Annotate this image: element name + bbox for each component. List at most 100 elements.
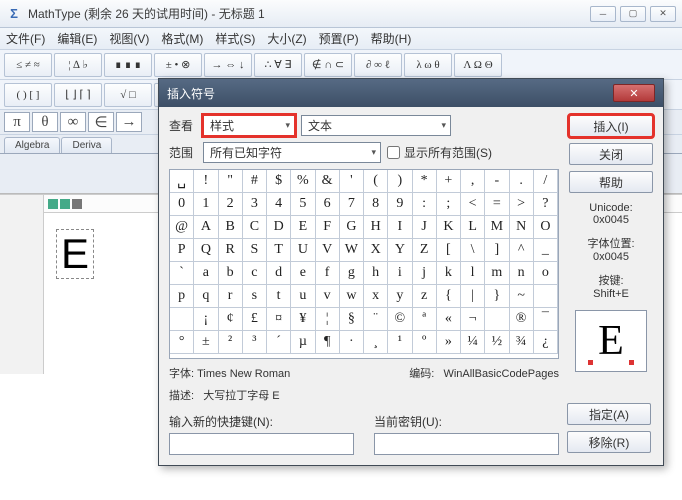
char-cell[interactable]: j: [413, 262, 437, 285]
char-cell[interactable]: ): [388, 170, 412, 193]
char-cell[interactable]: @: [170, 216, 194, 239]
char-cell[interactable]: ~: [510, 285, 534, 308]
char-cell[interactable]: ª: [413, 308, 437, 331]
char-cell[interactable]: d: [267, 262, 291, 285]
char-cell[interactable]: W: [340, 239, 364, 262]
char-cell[interactable]: ¬: [461, 308, 485, 331]
char-cell[interactable]: 8: [364, 193, 388, 216]
char-cell[interactable]: *: [413, 170, 437, 193]
char-cell[interactable]: a: [194, 262, 218, 285]
char-cell[interactable]: m: [485, 262, 509, 285]
show-all-checkbox[interactable]: 显示所有范围(S): [387, 144, 492, 161]
char-cell[interactable]: ¨: [364, 308, 388, 331]
char-cell[interactable]: »: [437, 331, 461, 354]
char-cell[interactable]: i: [388, 262, 412, 285]
maximize-button[interactable]: ▢: [620, 6, 646, 22]
toolbar-button[interactable]: ( ) [ ]: [4, 83, 52, 107]
char-cell[interactable]: ?: [534, 193, 558, 216]
char-cell[interactable]: F: [316, 216, 340, 239]
char-cell[interactable]: D: [267, 216, 291, 239]
char-cell[interactable]: g: [340, 262, 364, 285]
char-cell[interactable]: -: [485, 170, 509, 193]
help-button[interactable]: 帮助: [569, 171, 653, 193]
char-cell[interactable]: º: [413, 331, 437, 354]
menu-item[interactable]: 大小(Z): [267, 30, 306, 47]
char-cell[interactable]: ¤: [267, 308, 291, 331]
char-cell[interactable]: l: [461, 262, 485, 285]
char-cell[interactable]: P: [170, 239, 194, 262]
char-cell[interactable]: A: [194, 216, 218, 239]
menu-item[interactable]: 帮助(H): [371, 30, 412, 47]
toolbar-button[interactable]: ⌊ ⌋ ⌈ ⌉: [54, 83, 102, 107]
equation-content[interactable]: E: [56, 229, 94, 279]
char-cell[interactable]: L: [461, 216, 485, 239]
char-cell[interactable]: t: [267, 285, 291, 308]
char-cell[interactable]: X: [364, 239, 388, 262]
char-cell[interactable]: 0: [170, 193, 194, 216]
char-cell[interactable]: s: [243, 285, 267, 308]
char-cell[interactable]: ¿: [534, 331, 558, 354]
char-cell[interactable]: }: [485, 285, 509, 308]
char-cell[interactable]: /: [534, 170, 558, 193]
palette-symbol[interactable]: ∈: [88, 112, 114, 132]
char-cell[interactable]: 1: [194, 193, 218, 216]
toolbar-button[interactable]: Λ Ω Θ: [454, 53, 502, 77]
dialog-close-button[interactable]: ✕: [613, 84, 655, 102]
char-cell[interactable]: O: [534, 216, 558, 239]
char-cell[interactable]: S: [243, 239, 267, 262]
char-cell[interactable]: ²: [219, 331, 243, 354]
char-cell[interactable]: ;: [437, 193, 461, 216]
char-cell[interactable]: 2: [219, 193, 243, 216]
palette-tab[interactable]: Algebra: [4, 137, 60, 153]
toolbar-button[interactable]: ± • ⊗: [154, 53, 202, 77]
char-cell[interactable]: §: [340, 308, 364, 331]
char-cell[interactable]: I: [388, 216, 412, 239]
minimize-button[interactable]: ─: [590, 6, 616, 22]
char-cell[interactable]: 7: [340, 193, 364, 216]
char-cell[interactable]: ": [219, 170, 243, 193]
char-cell[interactable]: u: [291, 285, 315, 308]
char-cell[interactable]: N: [510, 216, 534, 239]
char-cell[interactable]: ¡: [194, 308, 218, 331]
char-cell[interactable]: {: [437, 285, 461, 308]
char-cell[interactable]: °: [170, 331, 194, 354]
char-cell[interactable]: f: [316, 262, 340, 285]
char-cell[interactable]: [: [437, 239, 461, 262]
char-cell[interactable]: !: [194, 170, 218, 193]
char-cell[interactable]: «: [437, 308, 461, 331]
char-cell[interactable]: c: [243, 262, 267, 285]
char-cell[interactable]: ³: [243, 331, 267, 354]
toolbar-button[interactable]: ∎ ∎ ∎: [104, 53, 152, 77]
insert-button[interactable]: 插入(I): [569, 115, 653, 137]
menu-item[interactable]: 视图(V): [109, 30, 149, 47]
char-cell[interactable]: ': [340, 170, 364, 193]
toolbar-button[interactable]: ∂ ∞ ℓ: [354, 53, 402, 77]
char-cell[interactable]: #: [243, 170, 267, 193]
char-cell[interactable]: [170, 308, 194, 331]
char-cell[interactable]: o: [534, 262, 558, 285]
char-cell[interactable]: r: [219, 285, 243, 308]
char-cell[interactable]: e: [291, 262, 315, 285]
palette-tab[interactable]: Deriva: [61, 137, 112, 153]
char-cell[interactable]: [534, 285, 558, 308]
char-cell[interactable]: Z: [413, 239, 437, 262]
char-cell[interactable]: 9: [388, 193, 412, 216]
char-cell[interactable]: x: [364, 285, 388, 308]
palette-symbol[interactable]: →: [116, 112, 142, 132]
char-cell[interactable]: =: [485, 193, 509, 216]
toolbar-button[interactable]: ≤ ≠ ≈: [4, 53, 52, 77]
char-cell[interactable]: \: [461, 239, 485, 262]
char-cell[interactable]: ¶: [316, 331, 340, 354]
char-cell[interactable]: ,: [461, 170, 485, 193]
char-cell[interactable]: k: [437, 262, 461, 285]
char-cell[interactable]: ·: [340, 331, 364, 354]
close-button[interactable]: ✕: [650, 6, 676, 22]
char-cell[interactable]: 5: [291, 193, 315, 216]
char-cell[interactable]: |: [461, 285, 485, 308]
toolbar-button[interactable]: √ □: [104, 83, 152, 107]
char-cell[interactable]: ␣: [170, 170, 194, 193]
char-cell[interactable]: b: [219, 262, 243, 285]
close-dialog-button[interactable]: 关闭: [569, 143, 653, 165]
menu-item[interactable]: 预置(P): [319, 30, 359, 47]
char-cell[interactable]: v: [316, 285, 340, 308]
